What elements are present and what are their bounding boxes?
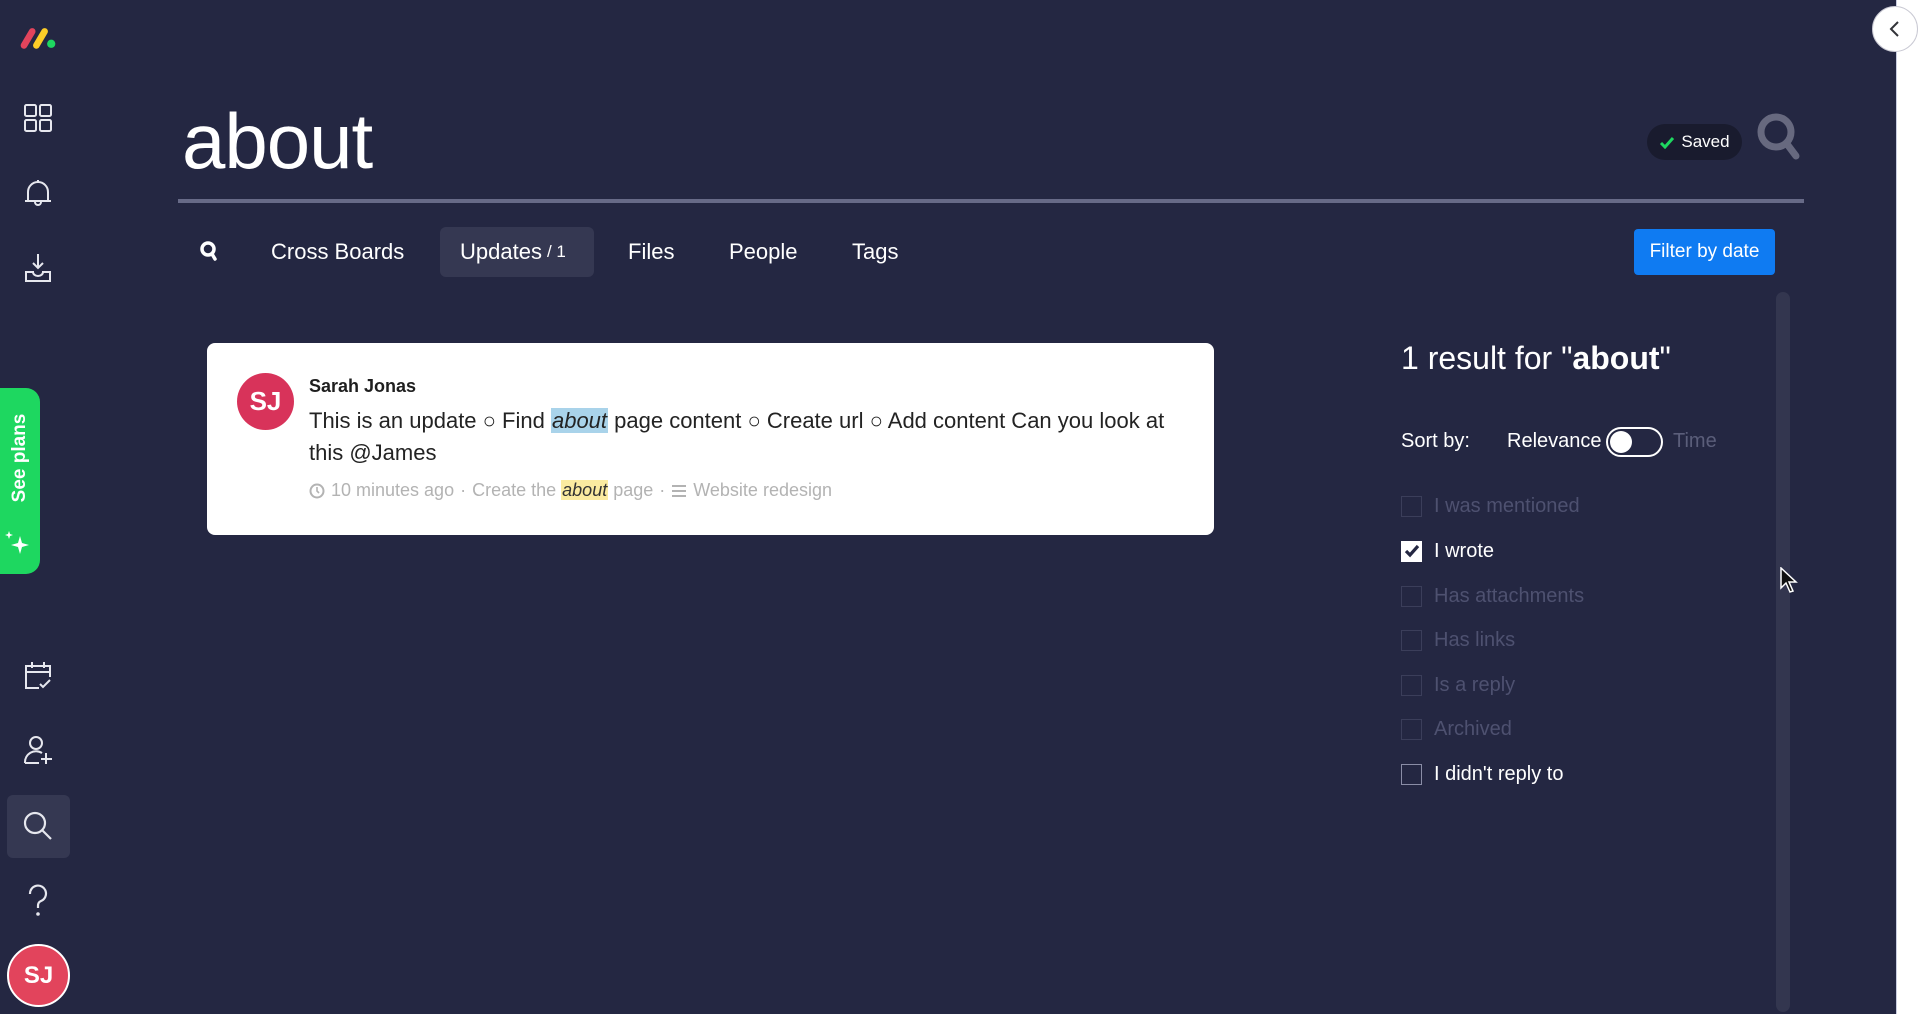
saved-badge: Saved xyxy=(1647,124,1742,160)
results-prefix: 1 result for " xyxy=(1401,340,1573,376)
update-body: This is an update ○ Find about page cont… xyxy=(309,405,1189,469)
bell-icon xyxy=(25,180,51,206)
sidebar-item-notifications[interactable] xyxy=(19,174,57,212)
checkbox[interactable] xyxy=(1401,629,1422,651)
filter-i-didnt-reply-to[interactable]: I didn't reply to xyxy=(1401,759,1563,789)
query-highlight: about xyxy=(550,408,609,433)
check-icon xyxy=(1660,136,1675,149)
user-avatar[interactable]: SJ xyxy=(7,944,70,1007)
sort-toggle[interactable] xyxy=(1606,427,1663,457)
help-icon xyxy=(28,884,48,916)
filter-archived[interactable]: Archived xyxy=(1401,714,1512,744)
tab-search-icon[interactable] xyxy=(199,240,219,262)
tab-tags[interactable]: Tags xyxy=(832,227,918,277)
logo-icon xyxy=(20,28,56,49)
sort-relevance-label[interactable]: Relevance xyxy=(1507,430,1602,453)
see-plans-label: See plans xyxy=(9,413,30,503)
update-time: 10 minutes ago xyxy=(331,480,455,500)
user-add-icon xyxy=(23,736,52,764)
sidebar-item-invite[interactable] xyxy=(19,731,57,769)
sidebar-item-inbox[interactable] xyxy=(19,249,57,287)
item-link[interactable]: Create the about page xyxy=(472,480,653,501)
item-highlight: about xyxy=(561,480,609,500)
sidebar-item-search[interactable] xyxy=(19,807,57,845)
scrollbar[interactable] xyxy=(1776,292,1790,1012)
filter-has-links[interactable]: Has links xyxy=(1401,625,1515,655)
body-text: This is an update ○ Find xyxy=(309,408,551,433)
right-panel-edge xyxy=(1896,0,1920,1014)
tab-files[interactable]: Files xyxy=(608,227,694,277)
tab-cross-boards[interactable]: Cross Boards xyxy=(251,227,424,277)
filter-is-a-reply[interactable]: Is a reply xyxy=(1401,670,1515,700)
checkbox[interactable] xyxy=(1401,585,1422,607)
sidebar-item-workspaces[interactable] xyxy=(19,99,57,137)
grid-icon xyxy=(24,104,52,132)
search-icon[interactable] xyxy=(1756,112,1802,164)
checkbox[interactable] xyxy=(1401,763,1422,785)
inbox-download-icon xyxy=(25,254,51,282)
filter-label: I wrote xyxy=(1434,539,1495,562)
search-query-input[interactable]: about xyxy=(182,96,373,187)
separator-dot: · xyxy=(659,480,666,500)
tab-label: People xyxy=(729,239,798,264)
collapse-panel-button[interactable] xyxy=(1872,6,1918,52)
sidebar-item-my-work[interactable] xyxy=(19,657,57,695)
search-underline xyxy=(178,199,1804,203)
sort-by-label: Sort by: xyxy=(1401,430,1470,452)
tab-label: Updates xyxy=(460,239,542,264)
results-query: about xyxy=(1572,340,1660,376)
item-text: page xyxy=(608,480,654,500)
filter-label: Has links xyxy=(1434,628,1516,651)
see-plans-button[interactable]: See plans xyxy=(0,388,40,574)
update-result-card[interactable]: SJ Sarah Jonas This is an update ○ Find … xyxy=(207,343,1214,535)
tab-label: Files xyxy=(628,239,675,264)
tab-updates[interactable]: Updates / 1 xyxy=(440,227,594,277)
search-icon xyxy=(23,811,52,840)
filter-label: Archived xyxy=(1434,717,1512,740)
results-suffix: " xyxy=(1659,340,1671,376)
monday-logo[interactable] xyxy=(19,19,57,57)
sparkle-icon xyxy=(5,531,29,554)
board-list-icon xyxy=(672,484,687,497)
author-name[interactable]: Sarah Jonas xyxy=(309,376,416,397)
tab-count: / 1 xyxy=(546,242,566,261)
checkbox-checked[interactable] xyxy=(1401,540,1422,562)
board-link[interactable]: Website redesign xyxy=(693,480,832,501)
checkbox[interactable] xyxy=(1401,674,1422,696)
results-count-heading: 1 result for "about" xyxy=(1401,340,1671,377)
filter-label: I didn't reply to xyxy=(1434,762,1564,785)
sort-time-label[interactable]: Time xyxy=(1673,430,1717,453)
filter-label: I was mentioned xyxy=(1434,494,1580,517)
chevron-left-icon xyxy=(1889,21,1899,37)
filter-by-date-button[interactable]: Filter by date xyxy=(1634,229,1775,275)
tab-label: Tags xyxy=(852,239,899,264)
filter-i-wrote[interactable]: I wrote xyxy=(1401,536,1494,566)
tab-label: Cross Boards xyxy=(271,239,405,264)
filter-label: Has attachments xyxy=(1434,584,1585,607)
checkbox[interactable] xyxy=(1401,718,1422,740)
clock-icon xyxy=(309,483,325,498)
saved-label: Saved xyxy=(1681,132,1730,151)
mouse-cursor-icon xyxy=(1780,567,1798,593)
toggle-knob xyxy=(1610,431,1632,453)
calendar-check-icon xyxy=(25,662,51,689)
sidebar-item-help[interactable] xyxy=(19,882,57,920)
author-avatar: SJ xyxy=(237,373,294,430)
filter-has-attachments[interactable]: Has attachments xyxy=(1401,581,1584,611)
filter-label: Is a reply xyxy=(1434,673,1516,696)
checkbox[interactable] xyxy=(1401,495,1422,517)
check-icon xyxy=(1404,544,1419,558)
filter-i-was-mentioned[interactable]: I was mentioned xyxy=(1401,491,1580,521)
separator-dot: · xyxy=(460,480,467,500)
app-window: See plans SJ about Saved Cross Boards Up… xyxy=(0,0,1896,1014)
update-meta: 10 minutes ago · Create the about page ·… xyxy=(309,480,832,501)
item-text: Create the xyxy=(472,480,562,500)
tab-people[interactable]: People xyxy=(709,227,818,277)
